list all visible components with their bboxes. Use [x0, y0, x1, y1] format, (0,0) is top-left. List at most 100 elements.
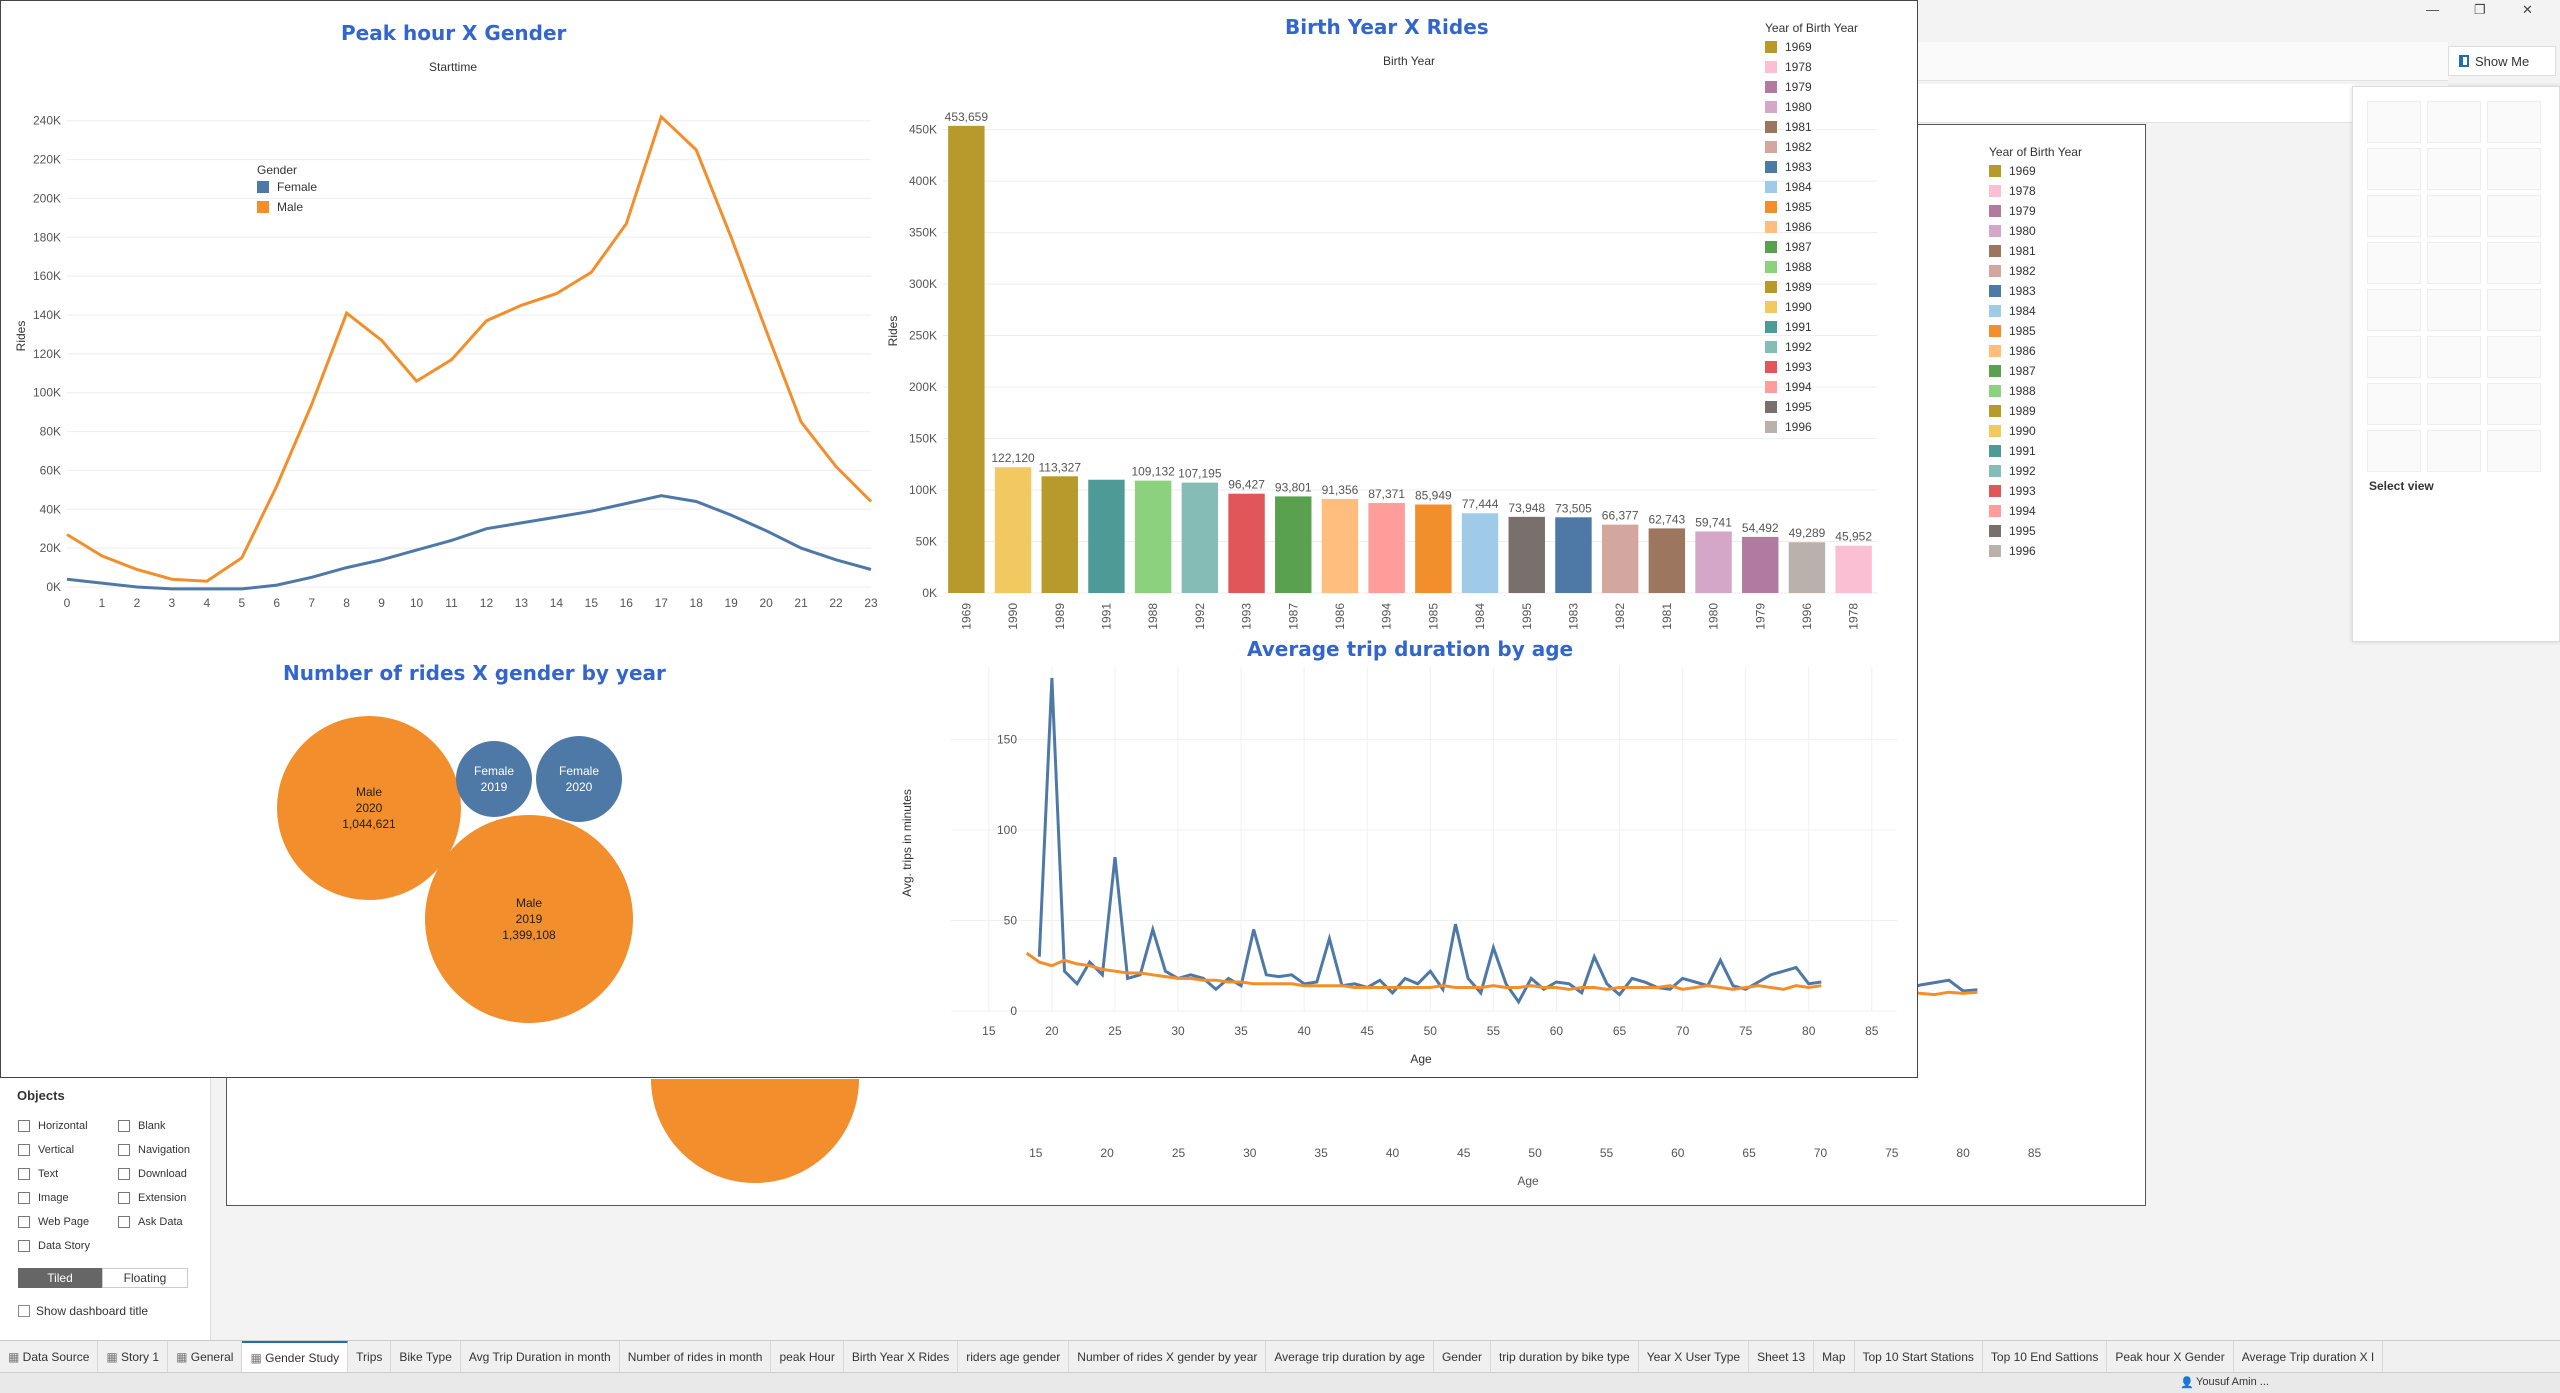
sheet-tab[interactable]: ▦ Data Source — [0, 1341, 99, 1373]
legend-item-1978[interactable]: 1978 — [1765, 57, 1858, 77]
bar-1991[interactable] — [1088, 479, 1125, 593]
object-blank[interactable]: Blank — [118, 1120, 166, 1132]
chart-type-thumbnail[interactable] — [2427, 336, 2481, 378]
bar-1996[interactable] — [1788, 542, 1826, 593]
object-ask-data[interactable]: Ask Data — [118, 1216, 183, 1228]
rides-gender-year-chart[interactable]: Male 2020 1,044,621 Female 2019 Female 2020 Mal… — [1, 641, 881, 1071]
legend-item-1996[interactable]: 1996 — [1765, 417, 1858, 437]
sheet-tab[interactable]: Avg Trip Duration in month — [461, 1341, 620, 1373]
sheet-tab[interactable]: Bike Type — [391, 1341, 461, 1373]
legend-item-1983[interactable]: 1983 — [1765, 157, 1858, 177]
chart-type-thumbnail[interactable] — [2427, 195, 2481, 237]
legend-item-1981[interactable]: 1981 — [1765, 117, 1858, 137]
bar-1979[interactable] — [1742, 536, 1779, 593]
legend-item-1990[interactable]: 1990 — [1765, 297, 1858, 317]
close-icon[interactable]: ✕ — [2522, 2, 2533, 18]
bar-1980[interactable] — [1695, 531, 1732, 593]
legend-item-female[interactable]: Female — [257, 177, 317, 197]
chart-type-thumbnail[interactable] — [2487, 336, 2541, 378]
chart-type-thumbnail[interactable] — [2367, 195, 2421, 237]
chart-type-thumbnail[interactable] — [2487, 430, 2541, 472]
sheet-tab[interactable]: Map — [1814, 1341, 1855, 1373]
minimize-icon[interactable]: — — [2426, 2, 2439, 17]
legend-item-1979[interactable]: 1979 — [1765, 77, 1858, 97]
object-text[interactable]: Text — [18, 1168, 58, 1180]
sheet-tab[interactable]: Top 10 Start Stations — [1855, 1341, 1983, 1373]
restore-icon[interactable]: ❐ — [2474, 2, 2486, 18]
sheet-tab[interactable]: Average trip duration by age — [1266, 1341, 1434, 1373]
bar-1969[interactable] — [948, 125, 985, 593]
bar-1982[interactable] — [1601, 524, 1639, 593]
chart-type-thumbnail[interactable] — [2367, 336, 2421, 378]
bubble-female-2019[interactable] — [456, 741, 532, 817]
sheet-tab[interactable]: Number of rides in month — [620, 1341, 772, 1373]
chart-type-thumbnail[interactable] — [2427, 242, 2481, 284]
object-web-page[interactable]: Web Page — [18, 1216, 89, 1228]
sheet-tab[interactable]: peak Hour — [771, 1341, 844, 1373]
object-vertical[interactable]: Vertical — [18, 1144, 74, 1156]
sheet-tab[interactable]: Peak hour X Gender — [2107, 1341, 2234, 1373]
bar-1981[interactable] — [1648, 528, 1686, 593]
sheet-tab[interactable]: trip duration by bike type — [1491, 1341, 1639, 1373]
chart-type-thumbnail[interactable] — [2427, 289, 2481, 331]
legend-item-1980[interactable]: 1980 — [1765, 97, 1858, 117]
legend-item-1989[interactable]: 1989 — [1765, 277, 1858, 297]
legend-item-1994[interactable]: 1994 — [1765, 377, 1858, 397]
legend-item-1986[interactable]: 1986 — [1765, 217, 1858, 237]
sheet-tab[interactable]: riders age gender — [958, 1341, 1070, 1373]
bar-1984[interactable] — [1461, 513, 1499, 593]
show-dashboard-title-option[interactable]: Show dashboard title — [18, 1304, 148, 1318]
sheet-tab[interactable]: Number of rides X gender by year — [1069, 1341, 1267, 1373]
sheet-tab[interactable]: ▦ Gender Study — [242, 1341, 349, 1373]
bubble-female-2020[interactable] — [536, 736, 622, 822]
bar-1993[interactable] — [1228, 493, 1265, 593]
object-data-story[interactable]: Data Story — [18, 1240, 90, 1252]
tiled-toggle[interactable]: Tiled — [18, 1268, 102, 1288]
chart-type-thumbnail[interactable] — [2367, 148, 2421, 190]
legend-item-1984[interactable]: 1984 — [1765, 177, 1858, 197]
bar-1986[interactable] — [1321, 498, 1359, 593]
legend-item-1985[interactable]: 1985 — [1765, 197, 1858, 217]
chart-type-thumbnail[interactable] — [2487, 195, 2541, 237]
chart-type-thumbnail[interactable] — [2367, 289, 2421, 331]
birth-year-chart[interactable]: Birth Year Rides 0K 50K 100K 150K 200K 250K 30… — [871, 1, 1921, 651]
object-download[interactable]: Download — [118, 1168, 187, 1180]
legend-item-1995[interactable]: 1995 — [1765, 397, 1858, 417]
chart-type-thumbnail[interactable] — [2487, 148, 2541, 190]
peak-hour-chart[interactable]: Starttime Rides 0K20K40K60K80K100K120K14… — [1, 1, 901, 641]
bar-1988[interactable] — [1134, 480, 1172, 593]
chart-type-thumbnail[interactable] — [2427, 148, 2481, 190]
bar-1994[interactable] — [1368, 503, 1405, 593]
series-line-male[interactable] — [66, 114, 873, 583]
legend-item-1969[interactable]: 1969 — [1765, 37, 1858, 57]
sheet-tab[interactable]: ▦ General — [168, 1341, 243, 1373]
legend-item-1993[interactable]: 1993 — [1765, 357, 1858, 377]
show-me-button[interactable]: Show Me — [2448, 46, 2556, 76]
avg-duration-chart[interactable]: Avg. trips in minutes Age 15 20 25 30 35 40 45… — [881, 641, 1917, 1077]
chart-type-thumbnail[interactable] — [2487, 383, 2541, 425]
sheet-tab[interactable]: Sheet 13 — [1749, 1341, 1815, 1373]
object-horizontal[interactable]: Horizontal — [18, 1120, 88, 1132]
user-name[interactable]: Yousuf Amin ... — [2196, 1376, 2269, 1388]
legend-item-1988[interactable]: 1988 — [1765, 257, 1858, 277]
sheet-tab[interactable]: Year X User Type — [1639, 1341, 1750, 1373]
bar-1995[interactable] — [1508, 516, 1545, 593]
legend-item-1991[interactable]: 1991 — [1765, 317, 1858, 337]
chart-type-thumbnail[interactable] — [2487, 242, 2541, 284]
legend-item-1992[interactable]: 1992 — [1765, 337, 1858, 357]
bar-1989[interactable] — [1041, 476, 1078, 593]
chart-type-thumbnail[interactable] — [2367, 430, 2421, 472]
object-image[interactable]: Image — [18, 1192, 69, 1204]
floating-toggle[interactable]: Floating — [102, 1268, 188, 1288]
chart-type-thumbnail[interactable] — [2367, 242, 2421, 284]
chart-type-thumbnail[interactable] — [2487, 101, 2541, 143]
show-title-checkbox[interactable] — [18, 1305, 30, 1317]
chart-type-thumbnail[interactable] — [2487, 289, 2541, 331]
object-navigation[interactable]: Navigation — [118, 1144, 190, 1156]
sheet-tab[interactable]: Trips — [348, 1341, 392, 1373]
chart-type-thumbnail[interactable] — [2427, 383, 2481, 425]
sheet-tab[interactable]: Gender — [1434, 1341, 1491, 1373]
legend-item-male[interactable]: Male — [257, 197, 317, 217]
bar-1990[interactable] — [994, 467, 1032, 593]
chart-type-thumbnail[interactable] — [2367, 101, 2421, 143]
